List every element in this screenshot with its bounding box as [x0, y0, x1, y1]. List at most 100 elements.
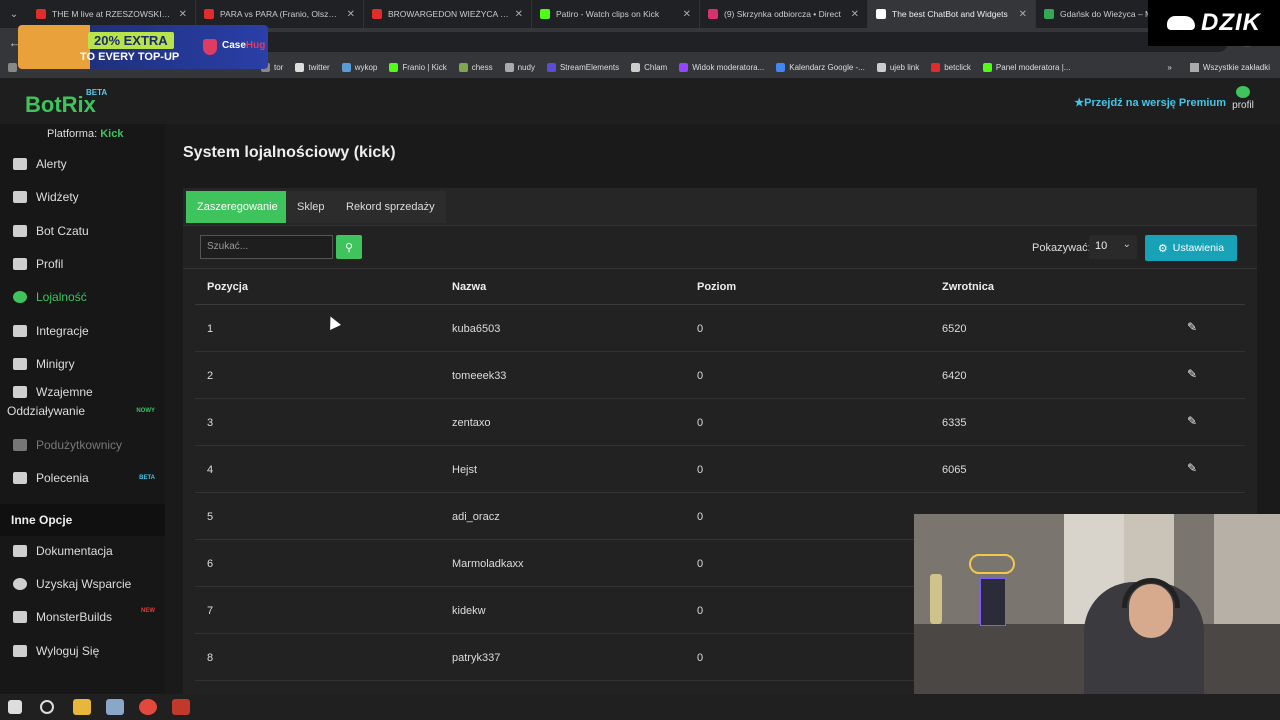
divider	[183, 268, 1257, 269]
cell-name: kuba6503	[452, 323, 501, 335]
premium-link[interactable]: ★Przejdź na wersję Premium	[1074, 96, 1226, 109]
page-size-select[interactable]: 10 ⌄	[1089, 235, 1137, 259]
sidebar-item-widzety[interactable]: Widżety	[0, 182, 165, 212]
cam-trophy	[930, 574, 942, 624]
sidebar-item-wsparcie[interactable]: Uzyskaj Wsparcie	[0, 569, 165, 599]
page-size-label: Pokazywać:	[1032, 242, 1091, 254]
taskbar	[0, 694, 1280, 720]
tab-sklep[interactable]: Sklep	[286, 191, 336, 223]
bookmark[interactable]: Kalendarz Google -...	[776, 62, 865, 72]
streamer-logo: DZIK	[1148, 0, 1280, 46]
close-tab-icon[interactable]: ✕	[683, 9, 691, 20]
edit-pencil-icon[interactable]: ✎	[1187, 461, 1199, 475]
search-input[interactable]: Szukać...	[200, 235, 333, 259]
robot-icon	[13, 225, 27, 237]
tab-rekord-sprzedazy[interactable]: Rekord sprzedaży	[335, 191, 446, 223]
sidebar-item-monsterbuilds[interactable]: MonsterBuilds NEW	[0, 602, 165, 632]
bookmark[interactable]: betclick	[931, 62, 971, 72]
profile-button[interactable]: profil	[1228, 86, 1258, 111]
app-icon[interactable]	[106, 699, 124, 715]
close-tab-icon[interactable]: ✕	[179, 9, 187, 20]
sidebar-item-polecenia[interactable]: Polecenia BETA	[0, 463, 165, 493]
bookmark[interactable]: StreamElements	[546, 62, 619, 72]
cell-position: 8	[207, 652, 214, 664]
bookmark[interactable]: ujeb link	[876, 62, 919, 72]
laptop-icon	[13, 611, 27, 623]
browser-tab-active[interactable]: The best ChatBot and Widgets ✕	[868, 0, 1036, 28]
streamelements-icon	[546, 62, 556, 72]
sidebar-item-profil[interactable]: Profil	[0, 249, 165, 279]
folder-icon	[1189, 62, 1199, 72]
new-badge: NOWY	[136, 408, 155, 414]
bookmark[interactable]: Widok moderatora...	[679, 62, 764, 72]
bookmark[interactable]: Chlam	[631, 62, 667, 72]
column-header[interactable]: Zwrotnica	[942, 281, 994, 293]
close-tab-icon[interactable]: ✕	[347, 9, 355, 20]
table-row: 4 Hejst 0 6065 ✎	[195, 446, 1245, 493]
browser-tab[interactable]: THE M live at RZESZOWSKIE JU ✕	[28, 0, 196, 28]
bookmark[interactable]: wykop	[341, 62, 377, 72]
tabs-bar: Zaszeregowanie Sklep Rekord sprzedaży	[183, 188, 1257, 226]
file-explorer-icon[interactable]	[73, 699, 91, 715]
close-tab-icon[interactable]: ✕	[1019, 9, 1027, 20]
browser-tab[interactable]: Patiro - Watch clips on Kick ✕	[532, 0, 700, 28]
sidebar: Platforma: Kick Alerty Widżety Bot Czatu…	[0, 124, 165, 694]
sidebar-item-wzajemne[interactable]: Wzajemne	[0, 382, 165, 402]
tab-search-icon[interactable]: ⌄	[0, 0, 28, 28]
windows-start-icon[interactable]	[8, 700, 22, 714]
cell-level: 0	[697, 323, 704, 335]
calendar-icon	[776, 62, 786, 72]
tab-zaszeregowanie[interactable]: Zaszeregowanie	[186, 191, 289, 223]
cell-position: 2	[207, 370, 214, 382]
settings-button[interactable]: ⚙ Ustawienia	[1145, 235, 1237, 261]
youtube-icon	[36, 9, 46, 19]
bookmark[interactable]: chess	[458, 62, 493, 72]
bookmark[interactable]: Franio | Kick	[389, 62, 447, 72]
sidebar-item-dokumentacja[interactable]: Dokumentacja	[0, 536, 165, 566]
edit-pencil-icon[interactable]: ✎	[1187, 367, 1199, 381]
sidebar-item-lojalnosc[interactable]: Lojalność	[0, 282, 165, 312]
kick-icon	[982, 62, 992, 72]
sidebar-item-oddzialywanie[interactable]: Oddziaływanie NOWY	[0, 401, 165, 421]
search-icon[interactable]	[40, 700, 54, 714]
edit-pencil-icon[interactable]: ✎	[1187, 414, 1199, 428]
cell-points: 6420	[942, 370, 967, 382]
cell-position: 6	[207, 558, 214, 570]
edit-pencil-icon[interactable]: ✎	[1187, 320, 1199, 334]
column-header[interactable]: Nazwa	[452, 281, 486, 293]
bookmark[interactable]: Panel moderatora |...	[982, 62, 1070, 72]
all-bookmarks[interactable]: » Wszystkie zakładki	[1167, 56, 1270, 78]
cell-level: 0	[697, 558, 704, 570]
close-tab-icon[interactable]: ✕	[515, 9, 523, 20]
botrix-icon	[876, 9, 886, 19]
cell-name: Marmoladkaxx	[452, 558, 524, 570]
id-card-icon	[13, 258, 27, 270]
promo-banner[interactable]: 20% EXTRA TO EVERY TOP-UP CaseHug	[18, 25, 268, 69]
sidebar-item-bot-czatu[interactable]: Bot Czatu	[0, 216, 165, 246]
chrome-icon[interactable]	[139, 699, 157, 715]
globe-icon	[876, 62, 886, 72]
cell-position: 1	[207, 323, 214, 335]
gear-icon: ⚙	[1157, 242, 1168, 255]
cell-level: 0	[697, 511, 704, 523]
obs-icon[interactable]	[172, 699, 190, 715]
browser-tab[interactable]: PARA vs PARA (Franio, Olsza, M ✕	[196, 0, 364, 28]
cell-name: adi_oracz	[452, 511, 500, 523]
column-header[interactable]: Poziom	[697, 281, 736, 293]
chevron-right-icon: »	[1167, 62, 1172, 72]
sidebar-item-alerty[interactable]: Alerty	[0, 149, 165, 179]
column-header[interactable]: Pozycja	[207, 281, 248, 293]
sidebar-item-wyloguj[interactable]: Wyloguj Się	[0, 636, 165, 666]
promo-headline: 20% EXTRA	[88, 32, 174, 49]
bookmark[interactable]: nudy	[504, 62, 535, 72]
search-button[interactable]: ⚲	[336, 235, 362, 259]
chevron-down-icon: ⌄	[1122, 239, 1131, 250]
sidebar-item-minigry[interactable]: Minigry	[0, 349, 165, 379]
sidebar-item-integracje[interactable]: Integracje	[0, 316, 165, 346]
browser-tab[interactable]: BROWARGEDON WIEŻYCA (27 ✕	[364, 0, 532, 28]
sidebar-item-poduzytkownicy[interactable]: Podużytkownicy	[0, 430, 165, 460]
platform-label: Platforma: Kick	[47, 128, 124, 140]
close-tab-icon[interactable]: ✕	[851, 9, 859, 20]
bookmark[interactable]: twitter	[295, 62, 330, 72]
browser-tab[interactable]: (9) Skrzynka odbiorcza • Direct ✕	[700, 0, 868, 28]
